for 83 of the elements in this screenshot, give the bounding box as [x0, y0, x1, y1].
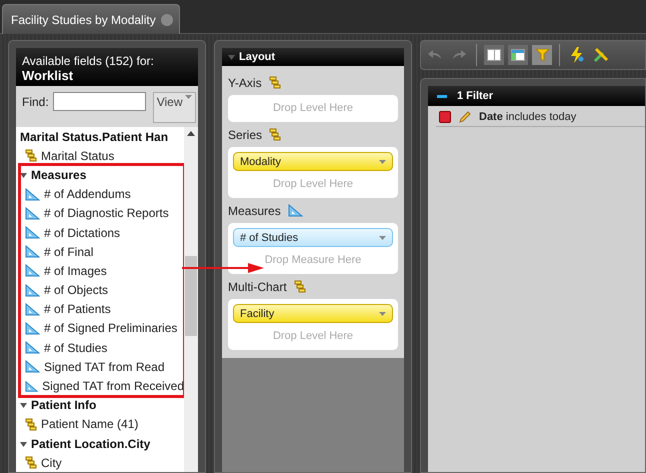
drop-zone[interactable]: Facility Drop Level Here [228, 299, 398, 350]
group-label[interactable]: Marital Status.Patient Han [20, 130, 168, 144]
drop-zone[interactable]: Modality Drop Level Here [228, 147, 398, 198]
group-label[interactable]: Patient Info [31, 398, 96, 412]
stacked-blocks-icon [294, 280, 306, 293]
redo-icon [452, 50, 466, 60]
toolbar-button[interactable] [484, 45, 504, 65]
view-button[interactable]: View [152, 92, 196, 123]
field-item[interactable]: # of Diagnostic Reports [20, 204, 184, 223]
section-label: Y-Axis [228, 76, 262, 90]
dropdown-caret-icon[interactable] [379, 160, 386, 164]
field-chip[interactable]: Facility [233, 304, 393, 323]
expand-caret-icon[interactable] [20, 402, 27, 410]
triangle-ruler-icon [25, 245, 40, 258]
field-item[interactable]: # of Patients [20, 300, 184, 319]
field-item[interactable]: # of Studies [20, 338, 184, 358]
stacked-blocks-icon [25, 418, 37, 431]
section-label: Multi-Chart [228, 280, 287, 294]
drop-hint: Drop Level Here [272, 177, 354, 192]
drop-hint: Drop Level Here [272, 329, 354, 344]
stacked-blocks-icon [25, 456, 37, 470]
layout-header[interactable]: Layout [222, 48, 404, 66]
filter-icon [536, 49, 548, 61]
lightning-icon [570, 47, 584, 63]
dropdown-caret-icon[interactable] [379, 312, 386, 316]
scrollbar-thumb[interactable] [185, 256, 197, 336]
field-item[interactable]: City [20, 453, 184, 472]
undo-icon [428, 50, 442, 60]
filter-header[interactable]: 1 Filter [428, 86, 645, 106]
triangle-ruler-icon [25, 360, 40, 374]
triangle-ruler-icon [25, 322, 40, 335]
drop-hint: Drop Level Here [272, 101, 354, 116]
fields-count-title: Available fields (152) for: [22, 54, 155, 68]
triangle-ruler-icon [25, 226, 40, 240]
filter-condition: Date includes today [479, 111, 576, 123]
close-icon[interactable] [160, 14, 173, 26]
find-field[interactable] [52, 92, 146, 111]
collapse-icon[interactable] [437, 94, 447, 98]
field-item[interactable]: # of Dictations [20, 222, 184, 242]
triangle-ruler-icon [25, 341, 40, 354]
section-label: Measures [228, 204, 281, 218]
toolbar-button[interactable] [508, 45, 528, 65]
triangle-ruler-icon [25, 302, 40, 316]
field-item[interactable]: # of Images [20, 261, 184, 280]
field-item[interactable]: Signed TAT from Read [20, 357, 184, 376]
tools-icon [593, 47, 609, 63]
drop-zone[interactable]: # of Studies Drop Measure Here [228, 223, 398, 274]
delete-button[interactable] [439, 111, 451, 123]
field-item[interactable]: Patient Name (41) [20, 414, 184, 434]
stacked-blocks-icon [268, 76, 281, 89]
field-item[interactable]: # of Objects [20, 280, 184, 300]
source-name: Worklist [22, 68, 74, 83]
pencil-icon[interactable] [459, 111, 471, 123]
field-item[interactable]: Signed TAT from Received [20, 376, 184, 396]
scrollbar[interactable] [184, 127, 198, 472]
group-label[interactable]: Patient Location.City [31, 436, 150, 451]
triangle-ruler-icon [25, 264, 40, 278]
field-item[interactable]: # of Addendums [20, 184, 184, 204]
dropdown-caret-icon[interactable] [379, 236, 386, 240]
triangle-ruler-icon [25, 380, 38, 393]
triangle-ruler-icon [25, 188, 40, 201]
field-item[interactable]: # of Signed Preliminaries [20, 318, 184, 338]
stacked-blocks-icon [269, 128, 282, 141]
scroll-up-icon[interactable] [187, 131, 195, 136]
field-item[interactable]: Marital Status [20, 146, 184, 166]
group-label[interactable]: Measures [31, 168, 86, 182]
document-tab[interactable]: Facility Studies by Modality [2, 4, 180, 34]
field-item[interactable]: # of Final [20, 242, 184, 262]
layout-icon [511, 49, 525, 61]
section-label: Series [228, 128, 262, 142]
stacked-blocks-icon [25, 149, 37, 162]
field-chip[interactable]: Modality [233, 152, 393, 171]
expand-caret-icon[interactable] [20, 172, 27, 179]
expand-caret-icon[interactable] [20, 440, 27, 448]
toolbar-button[interactable] [591, 45, 611, 65]
find-label: Find: [22, 95, 49, 109]
triangle-ruler-icon [288, 204, 303, 217]
dropdown-caret-icon[interactable] [185, 95, 192, 99]
field-chip[interactable]: # of Studies [233, 228, 393, 247]
triangle-ruler-icon [25, 284, 40, 297]
drop-hint: Drop Measure Here [264, 253, 362, 268]
columns-icon [487, 49, 501, 61]
triangle-ruler-icon [25, 206, 40, 220]
